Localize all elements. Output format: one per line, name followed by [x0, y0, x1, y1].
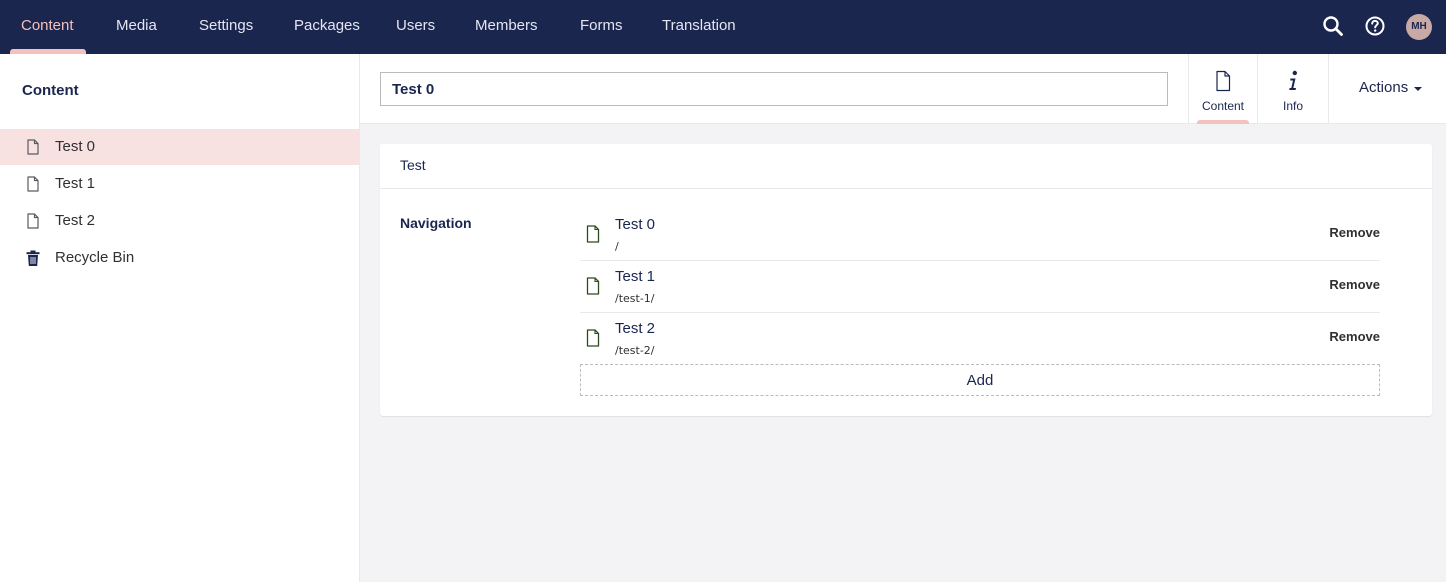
search-icon[interactable] — [1320, 13, 1346, 39]
editor-header: Content Info Actions — [360, 54, 1446, 124]
list-item: Test 0 / Remove — [580, 209, 1380, 261]
tab-content[interactable]: Content — [1188, 54, 1257, 124]
item-name: Test 1 — [615, 268, 656, 285]
document-icon — [24, 175, 42, 193]
tree-item-label: Recycle Bin — [55, 249, 135, 266]
chevron-down-icon — [1414, 87, 1422, 91]
nav-item-translation[interactable]: Translation — [662, 0, 736, 54]
property-group-card: Test Navigation Test 0 / Remove Test 1 /… — [380, 144, 1432, 416]
tab-info[interactable]: Info — [1257, 54, 1328, 124]
list-item: Test 1 /test-1/ Remove — [580, 261, 1380, 313]
tree-item-recycle-bin[interactable]: Recycle Bin — [0, 240, 359, 276]
document-icon — [586, 277, 600, 300]
item-url: /test-1/ — [615, 292, 655, 305]
tab-active-indicator — [1197, 120, 1249, 124]
item-name: Test 2 — [615, 320, 656, 337]
info-icon — [1286, 70, 1300, 97]
top-navigation-bar: Content Media Settings Packages Users Me… — [0, 0, 1446, 54]
property-label-navigation: Navigation — [400, 215, 472, 231]
remove-button[interactable]: Remove — [1329, 225, 1380, 240]
nav-item-members[interactable]: Members — [475, 0, 538, 54]
nav-item-settings[interactable]: Settings — [199, 0, 253, 54]
nav-item-media[interactable]: Media — [116, 0, 157, 54]
tree-item-test-1[interactable]: Test 1 — [0, 166, 359, 202]
item-url: /test-2/ — [615, 344, 655, 357]
help-icon[interactable] — [1362, 13, 1388, 39]
remove-button[interactable]: Remove — [1329, 277, 1380, 292]
item-url: / — [615, 240, 619, 253]
document-icon — [1214, 70, 1232, 97]
list-item: Test 2 /test-2/ Remove — [580, 313, 1380, 365]
nav-item-content[interactable]: Content — [21, 0, 74, 54]
item-name: Test 0 — [615, 216, 656, 233]
content-tree-sidebar: Content Test 0 Test 1 Test 2 Recycle Bin — [0, 54, 360, 582]
nav-item-forms[interactable]: Forms — [580, 0, 623, 54]
document-icon — [24, 138, 42, 156]
tree-item-label: Test 0 — [55, 138, 96, 155]
remove-button[interactable]: Remove — [1329, 329, 1380, 344]
trash-icon — [24, 249, 42, 267]
document-icon — [24, 212, 42, 230]
actions-label: Actions — [1359, 79, 1409, 96]
group-title: Test — [400, 157, 426, 173]
add-button[interactable]: Add — [580, 364, 1380, 396]
tree-item-label: Test 2 — [55, 212, 96, 229]
tab-label: Info — [1282, 99, 1303, 113]
tree-item-test-2[interactable]: Test 2 — [0, 203, 359, 239]
tree-item-test-0[interactable]: Test 0 — [0, 129, 359, 165]
sidebar-title: Content — [22, 82, 79, 99]
nav-item-packages[interactable]: Packages — [294, 0, 360, 54]
node-name-input[interactable] — [380, 72, 1168, 106]
document-icon — [586, 225, 600, 248]
tree-item-label: Test 1 — [55, 175, 96, 192]
tab-label: Content — [1201, 99, 1245, 113]
actions-dropdown[interactable]: Actions — [1328, 54, 1446, 124]
divider — [380, 188, 1432, 189]
nav-item-users[interactable]: Users — [396, 0, 435, 54]
user-avatar[interactable]: MH — [1406, 14, 1432, 40]
document-icon — [586, 329, 600, 352]
